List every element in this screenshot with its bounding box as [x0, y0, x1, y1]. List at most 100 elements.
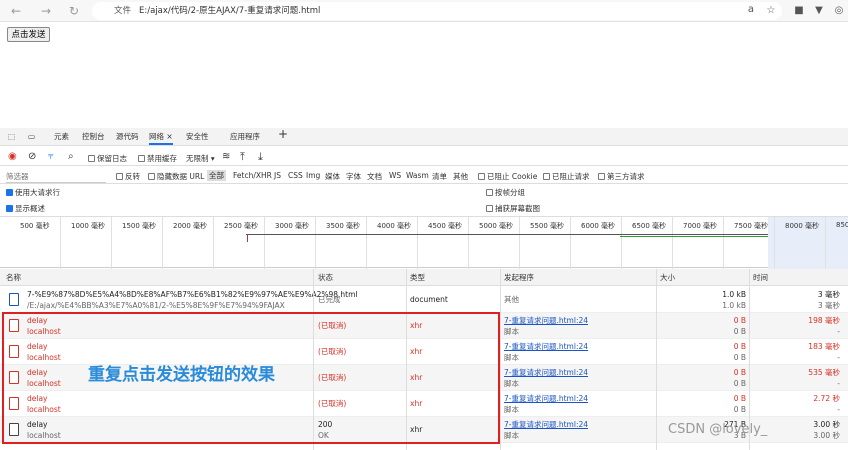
- request-initiator[interactable]: 7-重复请求问题.html:24: [504, 420, 588, 430]
- request-initiator[interactable]: 7-重复请求问题.html:24: [504, 394, 588, 404]
- request-size-transferred: 1.0 kB: [722, 290, 746, 299]
- hide-data-url-checkbox[interactable]: 隐藏数据 URL: [148, 171, 204, 182]
- filter-type-css[interactable]: CSS: [288, 171, 303, 180]
- checkbox-icon: [116, 173, 123, 180]
- timeline-tick: 8500: [836, 221, 848, 229]
- request-type: document: [410, 295, 448, 304]
- group-by-frame-checkbox[interactable]: 按帧分组: [486, 187, 525, 198]
- filter-type-media[interactable]: 媒体: [325, 171, 340, 182]
- col-status[interactable]: 状态: [318, 272, 333, 283]
- refresh-icon[interactable]: ↻: [66, 3, 82, 19]
- filter-input[interactable]: 筛选器: [6, 171, 106, 183]
- wifi-icon[interactable]: ≋: [222, 151, 230, 162]
- timeline-tick: 5000 毫秒: [479, 222, 514, 230]
- timeline-bar: [246, 234, 768, 235]
- import-icon[interactable]: ⤒: [240, 150, 245, 164]
- tab-sources[interactable]: 源代码: [116, 131, 139, 145]
- col-name[interactable]: 名称: [6, 272, 21, 283]
- filter-type-ws[interactable]: WS: [389, 171, 401, 180]
- timeline-tick: 6000 毫秒: [581, 222, 616, 230]
- filter-type-other[interactable]: 其他: [453, 171, 468, 182]
- search-icon[interactable]: ⌕: [68, 151, 74, 162]
- address-bar[interactable]: 文件 E:/ajax/代码/2-原生AJAX/7-重复请求问题.html: [92, 2, 782, 20]
- tab-elements[interactable]: 元素: [54, 131, 69, 145]
- tab-console[interactable]: 控制台: [82, 131, 105, 145]
- capture-screenshots-checkbox[interactable]: 捕获屏幕截图: [486, 203, 540, 214]
- close-tab-icon[interactable]: ×: [166, 132, 172, 141]
- filter-type-js[interactable]: JS: [274, 171, 281, 180]
- col-time[interactable]: 时间: [753, 272, 768, 283]
- throttle-select[interactable]: 无限制 ▾: [186, 153, 215, 164]
- filter-icon[interactable]: ⫧: [48, 151, 54, 162]
- forward-icon[interactable]: →: [38, 3, 54, 19]
- request-size-resource: 1.0 kB: [722, 301, 746, 310]
- export-icon[interactable]: ⤓: [258, 150, 263, 164]
- request-initiator-kind: 脚本: [504, 379, 519, 388]
- request-initiator[interactable]: 7-重复请求问题.html:24: [504, 342, 588, 352]
- request-status: 已完成: [318, 295, 341, 304]
- blocked-cookies-label: 已阻止 Cookie: [487, 172, 538, 181]
- annotation-text: 重复点击发送按钮的效果: [88, 365, 275, 385]
- blocked-requests-label: 已阻止请求: [552, 172, 590, 181]
- timeline-tick: 4500 毫秒: [428, 222, 463, 230]
- request-time: 3 毫秒: [817, 290, 840, 299]
- disable-cache-checkbox[interactable]: 禁用缓存: [138, 153, 177, 164]
- hide-data-url-label: 隐藏数据 URL: [157, 172, 205, 181]
- large-rows-label: 使用大请求行: [15, 188, 60, 197]
- filter-type-all[interactable]: 全部: [207, 170, 226, 181]
- back-icon[interactable]: ←: [8, 3, 24, 19]
- request-size-resource: 0 B: [733, 353, 746, 362]
- add-tab-icon[interactable]: +: [278, 128, 288, 142]
- tab-security[interactable]: 安全性: [186, 131, 209, 145]
- timeline-tick: 6500 毫秒: [632, 222, 667, 230]
- checkbox-icon: [486, 189, 493, 196]
- filter-type-font[interactable]: 字体: [346, 171, 361, 182]
- overview-checkbox[interactable]: 显示概述: [6, 203, 45, 214]
- request-initiator[interactable]: 7-重复请求问题.html:24: [504, 316, 588, 326]
- vue-devtools-icon[interactable]: ▼: [812, 4, 826, 18]
- request-table-header: 名称 状态 类型 发起程序 大小 时间: [0, 269, 848, 286]
- invert-checkbox[interactable]: 反转: [116, 171, 140, 182]
- clear-icon[interactable]: ⊘: [28, 151, 36, 162]
- request-time: 183 毫秒: [808, 342, 840, 351]
- read-aloud-icon[interactable]: a: [744, 3, 758, 17]
- favorite-icon[interactable]: ☆: [764, 4, 778, 18]
- filter-type-doc[interactable]: 文档: [367, 171, 382, 182]
- request-initiator[interactable]: 7-重复请求问题.html:24: [504, 368, 588, 378]
- request-host: /E:/ajax/%E4%BB%A3%E7%A0%81/2-%E5%8E%9F%…: [27, 301, 285, 310]
- filter-type-wasm[interactable]: Wasm: [406, 171, 429, 180]
- preserve-log-label: 保留日志: [97, 154, 127, 163]
- checkbox-icon: [598, 173, 605, 180]
- col-initiator[interactable]: 发起程序: [504, 272, 534, 283]
- disable-cache-label: 禁用缓存: [147, 154, 177, 163]
- blocked-requests-checkbox[interactable]: 已阻止请求: [543, 171, 590, 182]
- timeline-tick: 7000 毫秒: [683, 222, 718, 230]
- col-type[interactable]: 类型: [410, 272, 425, 283]
- blocked-cookies-checkbox[interactable]: 已阻止 Cookie: [478, 171, 537, 182]
- inspect-icon[interactable]: ⬚: [8, 131, 15, 145]
- request-size-resource: 0 B: [733, 379, 746, 388]
- device-toggle-icon[interactable]: ▭: [28, 131, 35, 145]
- timeline-overview[interactable]: 500 毫秒 1000 毫秒 1500 毫秒 2000 毫秒 2500 毫秒 3000 毫…: [0, 216, 848, 269]
- request-size-transferred: 0 B: [733, 342, 746, 351]
- third-party-checkbox[interactable]: 第三方请求: [598, 171, 645, 182]
- send-button[interactable]: 点击发送: [7, 27, 50, 42]
- filter-type-manifest[interactable]: 清单: [432, 171, 447, 182]
- large-rows-checkbox[interactable]: 使用大请求行: [6, 187, 60, 198]
- capture-screenshots-label: 捕获屏幕截图: [495, 204, 540, 213]
- preserve-log-checkbox[interactable]: 保留日志: [88, 153, 127, 164]
- record-icon[interactable]: ◉: [8, 151, 17, 162]
- filter-type-xhr[interactable]: Fetch/XHR: [233, 171, 272, 180]
- extension-icon[interactable]: ■: [792, 4, 806, 18]
- devtools-tabs: ⬚ ▭ 元素 控制台 源代码 网络 × 安全性 应用程序 +: [0, 128, 848, 146]
- request-latency: 3 毫秒: [817, 301, 840, 310]
- url-text: E:/ajax/代码/2-原生AJAX/7-重复请求问题.html: [139, 6, 321, 16]
- edge-copilot-icon[interactable]: ◎: [832, 4, 846, 18]
- watermark: CSDN @lovely_: [668, 422, 768, 437]
- col-size[interactable]: 大小: [660, 272, 675, 283]
- checkbox-icon: [543, 173, 550, 180]
- tab-network[interactable]: 网络 ×: [149, 131, 173, 145]
- table-row[interactable]: 7-%E9%87%8D%E5%A4%8D%E8%AF%B7%E6%B1%82%E…: [0, 287, 848, 313]
- tab-application[interactable]: 应用程序: [230, 131, 260, 145]
- filter-type-img[interactable]: Img: [306, 171, 320, 180]
